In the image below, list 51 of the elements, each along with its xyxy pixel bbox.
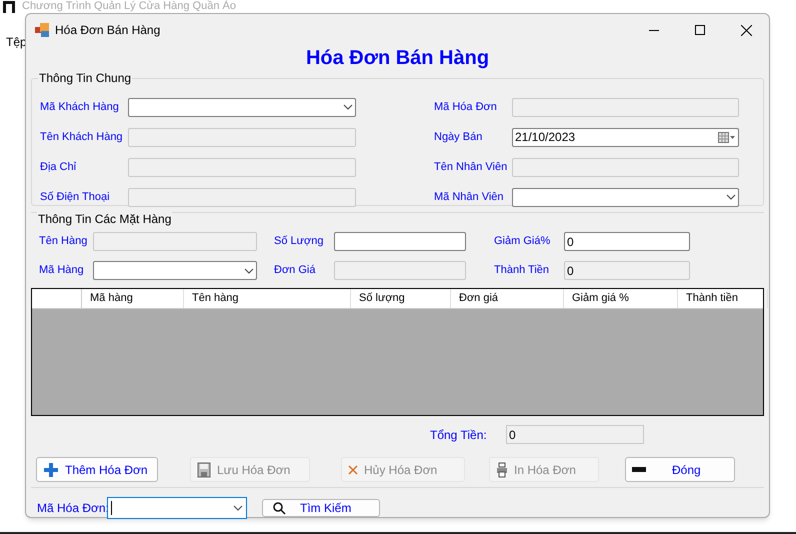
combo-box[interactable] [128, 98, 356, 116]
text-field[interactable] [334, 232, 466, 251]
combo-box[interactable] [93, 261, 257, 280]
field-label: Tên Khách Hàng [40, 130, 124, 145]
date-picker[interactable]: 21/10/2023 [512, 128, 739, 146]
field-label: Mã Hàng [39, 263, 85, 278]
dropdown-icon [343, 104, 353, 110]
field-label: Mã Nhân Viên [434, 190, 505, 205]
column-header[interactable]: Mã hàng [82, 289, 184, 308]
field-label: Giảm Giá% [494, 234, 552, 250]
form-heading: Hóa Đơn Bán Hàng [306, 46, 490, 70]
search-button[interactable]: Tìm Kiếm [262, 499, 380, 517]
field-label: Địa Chỉ [40, 160, 78, 175]
field-label: Số Điện Thoại [40, 190, 111, 205]
group-legend: Thông Tin Các Mặt Hàng [37, 212, 172, 226]
column-header[interactable]: Số lượng [351, 289, 451, 308]
field-label: Mã Hóa Đơn [434, 100, 498, 115]
field-label: Mã Khách Hàng [40, 100, 120, 115]
field-label: Tên Nhân Viên [434, 160, 508, 175]
close-icon [348, 464, 358, 474]
plus-icon [43, 462, 59, 478]
search-label: Mã Hóa Đơn: [37, 500, 107, 517]
column-header[interactable]: Giảm giá % [564, 289, 678, 308]
text-field[interactable]: 0 [564, 232, 690, 251]
maximize-icon [695, 25, 705, 35]
combo-box[interactable] [512, 188, 739, 206]
dropdown-icon [233, 505, 243, 511]
column-header[interactable]: Tên hàng [184, 289, 351, 308]
action-button[interactable]: Đóng [625, 457, 735, 482]
minus-icon [632, 467, 646, 472]
action-button[interactable]: Thêm Hóa Đơn [36, 457, 158, 482]
window-title: Hóa Đơn Bán Hàng [55, 22, 162, 39]
total-label: Tổng Tiền: [430, 426, 488, 444]
field-label: Số Lượng [274, 234, 324, 250]
close-icon [740, 24, 752, 36]
field-label: Thành Tiền [494, 263, 550, 278]
field-label: Ngày Bán [434, 130, 484, 145]
dropdown-icon [726, 194, 736, 200]
total-field: 0 [506, 425, 644, 444]
column-header[interactable]: Đơn giá [451, 289, 564, 308]
window-icon [35, 23, 49, 37]
group-legend: Thông Tin Chung [38, 71, 132, 85]
printer-icon [496, 462, 508, 478]
calendar-icon [718, 132, 736, 142]
app-icon [2, 0, 16, 13]
field-label: Đơn Giá [274, 263, 316, 278]
column-header[interactable]: Thành tiền [678, 289, 768, 308]
search-icon [273, 502, 286, 514]
invoice-combo-box[interactable] [107, 497, 247, 519]
field-label: Tên Hàng [39, 234, 88, 250]
dropdown-icon [244, 268, 254, 274]
